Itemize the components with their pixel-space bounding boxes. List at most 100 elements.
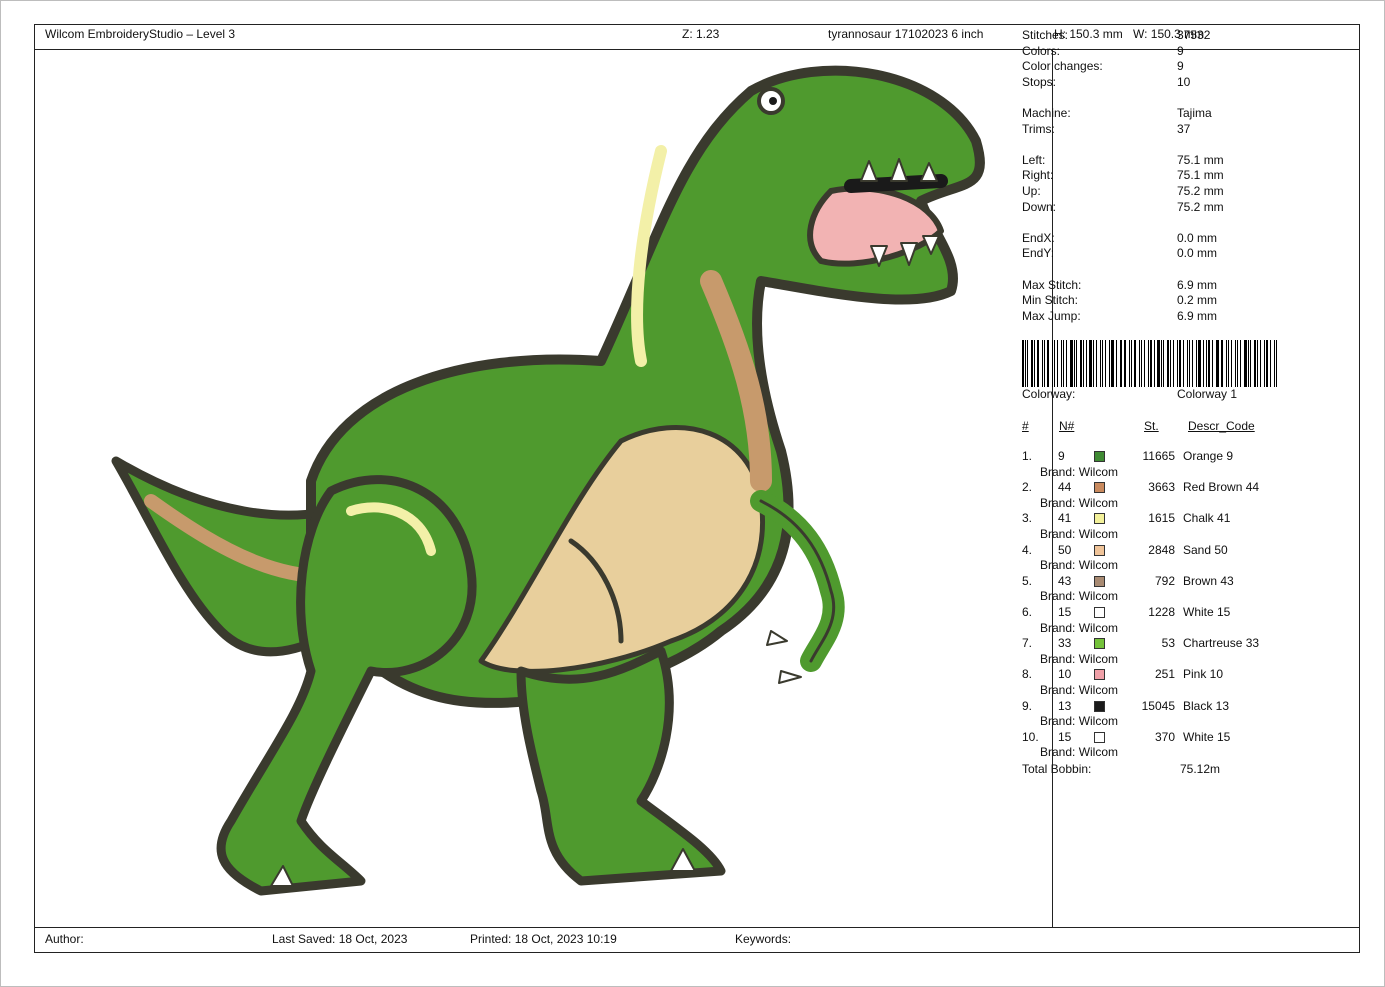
barcode: [1022, 340, 1279, 387]
stat-row: Stops: 10: [1022, 75, 1322, 91]
stat-value: 75.2 mm: [1177, 199, 1224, 214]
stat-value: 9: [1177, 43, 1184, 58]
row-stitches: 2848: [1148, 542, 1175, 557]
stat-row: Max Stitch: 6.9 mm: [1022, 278, 1322, 294]
color-swatch: [1094, 700, 1105, 712]
row-index: 3.: [1022, 511, 1033, 526]
stat-label: Trims:: [1022, 121, 1055, 136]
brand-label: Brand: Wilcom: [1040, 651, 1119, 666]
stat-row: Up: 75.2 mm: [1022, 184, 1322, 200]
row-stitches: 53: [1161, 636, 1175, 651]
color-row: 6. 15 1228 White 15: [1022, 605, 1322, 621]
barcode-bar: [1034, 340, 1036, 387]
row-needle: 15: [1058, 604, 1072, 619]
col-description: Descr_Code: [1188, 419, 1255, 433]
color-swatch: [1094, 451, 1105, 462]
brand-row: Brand: Wilcom: [1022, 714, 1322, 730]
color-swatch: [1094, 482, 1105, 494]
stats-spacer: [1022, 90, 1322, 106]
stat-value: 75.1 mm: [1177, 168, 1224, 183]
stat-label: Min Stitch:: [1022, 293, 1079, 308]
brand-label: Brand: Wilcom: [1040, 714, 1119, 729]
row-index: 1.: [1022, 449, 1033, 463]
stat-label: Right:: [1022, 168, 1054, 183]
stat-value: 0.0 mm: [1177, 230, 1218, 245]
barcode-bar: [1217, 340, 1219, 387]
barcode-bar: [1211, 340, 1213, 387]
stat-row: Color changes: 9: [1022, 59, 1322, 75]
barcode-bar: [1195, 340, 1198, 387]
col-needle: N#: [1059, 419, 1075, 433]
brand-label: Brand: Wilcom: [1040, 589, 1119, 604]
barcode-bar: [1167, 340, 1169, 387]
barcode-bar: [1276, 340, 1277, 387]
row-description: White 15: [1183, 729, 1231, 744]
stat-row: Trims: 37: [1022, 122, 1322, 138]
row-stitches: 251: [1154, 667, 1175, 682]
color-row: 2. 44 3663 Red Brown 44: [1022, 480, 1322, 496]
barcode-bar: [1269, 340, 1271, 387]
barcode-bar: [1263, 340, 1265, 387]
barcode-bar: [1044, 340, 1045, 387]
barcode-bar: [1260, 340, 1261, 387]
brand-row: Brand: Wilcom: [1022, 496, 1322, 512]
printed-date: Printed: 18 Oct, 2023 10:19: [470, 932, 617, 946]
barcode-bar: [1183, 340, 1184, 387]
color-swatch: [1094, 575, 1105, 587]
barcode-bar: [1041, 340, 1044, 387]
barcode-bar: [1235, 340, 1236, 387]
barcode-bar: [1046, 340, 1050, 387]
barcode-bar: [1198, 340, 1201, 387]
brand-row: Brand: Wilcom: [1022, 652, 1322, 668]
row-description: Red Brown 44: [1183, 480, 1260, 495]
row-stitches: 792: [1154, 573, 1175, 588]
color-table-header: # N# St. Descr_Code: [1022, 419, 1322, 435]
brand-label: Brand: Wilcom: [1040, 495, 1119, 510]
stat-value: 0.0 mm: [1177, 246, 1218, 261]
row-description: Pink 10: [1183, 667, 1224, 682]
barcode-bar: [1189, 340, 1191, 387]
row-index: 5.: [1022, 573, 1033, 588]
design-statistics: Stitches: 37532 Colors: 9 Color changes: 9 Sto…: [1022, 28, 1322, 324]
barcode-bar: [1236, 340, 1239, 387]
barcode-bar: [1150, 340, 1152, 387]
barcode-bar: [1131, 340, 1132, 387]
stat-value: 37: [1177, 121, 1191, 136]
row-index: 10.: [1022, 729, 1039, 744]
barcode-bar: [1178, 340, 1182, 387]
barcode-bar: [1273, 340, 1276, 387]
barcode-bar: [1206, 340, 1208, 387]
barcode-bar: [1108, 340, 1111, 387]
barcode-bar: [1115, 340, 1117, 387]
color-row: 3. 41 1615 Chalk 41: [1022, 511, 1322, 527]
row-description: Chalk 41: [1183, 511, 1231, 526]
brand-label: Brand: Wilcom: [1040, 682, 1119, 697]
stat-label: EndY:: [1022, 246, 1055, 261]
color-row: 4. 50 2848 Sand 50: [1022, 543, 1322, 559]
embroidery-design-preview: [111, 65, 985, 896]
barcode-bar: [1265, 340, 1268, 387]
stat-value: 9: [1177, 59, 1184, 74]
row-needle: 43: [1058, 573, 1072, 588]
barcode-bar: [1254, 340, 1256, 387]
colorway-row: Colorway: Colorway 1: [1022, 387, 1322, 403]
barcode-bar: [1099, 340, 1101, 387]
row-index: 2.: [1022, 480, 1033, 495]
stat-value: 6.9 mm: [1177, 277, 1218, 292]
author-label: Author:: [45, 932, 84, 946]
barcode-bar: [1140, 340, 1142, 387]
row-needle: 9: [1058, 449, 1065, 463]
row-needle: 33: [1058, 636, 1072, 651]
barcode-bar: [1056, 340, 1059, 387]
barcode-bar: [1061, 340, 1063, 387]
barcode-bar: [1054, 340, 1055, 387]
barcode-bar: [1186, 340, 1189, 387]
barcode-bar: [1082, 340, 1084, 387]
stat-label: EndX:: [1022, 230, 1055, 245]
brand-label: Brand: Wilcom: [1040, 526, 1119, 541]
total-bobbin-label: Total Bobbin:: [1022, 761, 1092, 776]
barcode-bar: [1024, 340, 1026, 387]
color-row: 8. 10 251 Pink 10: [1022, 667, 1322, 683]
stat-label: Max Stitch:: [1022, 277, 1082, 292]
barcode-bar: [1105, 340, 1106, 387]
